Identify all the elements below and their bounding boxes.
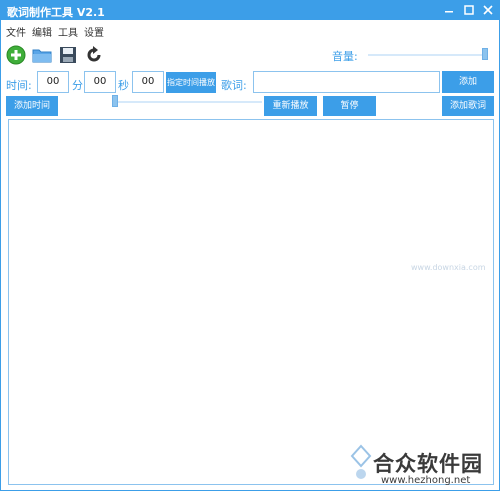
- menu-file[interactable]: 文件: [6, 24, 26, 39]
- add-icon[interactable]: [6, 45, 26, 65]
- progress-slider[interactable]: [115, 101, 262, 103]
- faint-watermark-text: www.downxia.com: [411, 263, 486, 272]
- menu-settings[interactable]: 设置: [84, 24, 104, 39]
- volume-slider-thumb[interactable]: [482, 48, 488, 60]
- add-lyric-line-button[interactable]: 添加: [442, 71, 494, 93]
- minutes-unit-label: 分: [72, 79, 83, 92]
- restart-button[interactable]: 重新播放: [264, 96, 317, 116]
- pause-button[interactable]: 暂停: [323, 96, 376, 116]
- window-title: 歌词制作工具 V2.1: [7, 6, 105, 19]
- watermark-url: www.hezhong.net: [381, 475, 471, 486]
- volume-slider[interactable]: [368, 54, 488, 56]
- refresh-icon[interactable]: [84, 45, 104, 65]
- close-icon[interactable]: [481, 3, 495, 17]
- maximize-icon[interactable]: [462, 3, 476, 17]
- watermark-title: 合众软件园: [373, 452, 483, 476]
- menu-tools[interactable]: 工具: [58, 24, 78, 39]
- logo-icon: [350, 444, 372, 479]
- open-folder-icon[interactable]: [32, 45, 52, 65]
- seconds-input[interactable]: 00: [84, 71, 116, 93]
- play-at-time-button[interactable]: 指定时间播放: [166, 72, 216, 93]
- volume-label: 音量:: [332, 50, 358, 63]
- add-time-button[interactable]: 添加时间: [6, 96, 58, 116]
- progress-slider-thumb[interactable]: [112, 95, 118, 107]
- lyrics-editor[interactable]: [8, 119, 494, 485]
- menu-edit[interactable]: 编辑: [32, 24, 52, 39]
- frames-input[interactable]: 00: [132, 71, 164, 93]
- minutes-input[interactable]: 00: [37, 71, 69, 93]
- save-icon[interactable]: [58, 45, 78, 65]
- app-window: 歌词制作工具 V2.1 文件 编辑 工具 设置 音量: 时间: 00 分 00 …: [0, 0, 500, 491]
- title-bar[interactable]: 歌词制作工具 V2.1: [1, 1, 499, 20]
- add-lyrics-button[interactable]: 添加歌词: [442, 96, 494, 116]
- seconds-unit-label: 秒: [118, 79, 129, 92]
- lyrics-label: 歌词:: [221, 79, 247, 92]
- lyrics-input[interactable]: [253, 71, 440, 93]
- minimize-icon[interactable]: [442, 3, 456, 17]
- time-label: 时间:: [6, 79, 32, 92]
- menu-bar: 文件 编辑 工具 设置: [1, 21, 499, 39]
